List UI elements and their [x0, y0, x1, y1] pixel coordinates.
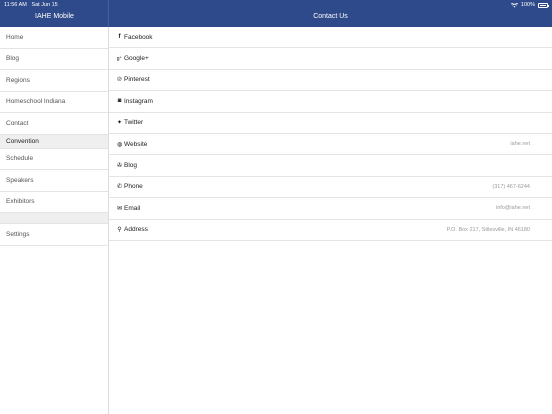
pinterest-icon: ℗ — [117, 76, 122, 83]
sidebar: Home Blog Regions Homeschool Indiana Con… — [0, 27, 109, 414]
status-date: Sat Jun 15 — [31, 2, 58, 8]
contact-label: Twitter — [124, 119, 144, 127]
contact-row-blog[interactable]: ✇ Blog — [109, 155, 552, 177]
sidebar-item-home[interactable]: Home — [0, 27, 108, 49]
sidebar-item-label: Home — [6, 33, 24, 41]
contact-row-google-plus[interactable]: g⁺ Google+ — [109, 48, 552, 70]
sidebar-item-label: Schedule — [6, 155, 34, 163]
section-label: Convention — [6, 137, 39, 145]
contact-row-instagram[interactable]: ◙ Instagram — [109, 91, 552, 113]
status-time-date: 11:56 AM Sat Jun 15 — [4, 2, 58, 8]
page-title: Contact Us — [313, 13, 348, 20]
header-bar: 11:56 AM Sat Jun 15 100% IAHE Mobile Con… — [0, 0, 552, 27]
twitter-icon: ✦ — [116, 120, 123, 127]
contact-label: Email — [124, 204, 141, 212]
sidebar-item-label: Regions — [6, 76, 30, 84]
contact-label: Address — [124, 226, 148, 234]
contact-row-phone[interactable]: ✆ Phone (317) 467-6244 — [109, 177, 552, 199]
sidebar-item-label: Speakers — [6, 176, 34, 184]
contact-value: P.O. Box 217, Stilesville, IN 46180 — [446, 226, 530, 233]
sidebar-item-label: Contact — [6, 119, 29, 127]
sidebar-item-label: Settings — [6, 230, 30, 238]
sidebar-item-exhibitors[interactable]: Exhibitors — [0, 192, 108, 213]
sidebar-item-label: Exhibitors — [6, 198, 35, 206]
contact-value: iahe.net — [510, 141, 530, 148]
contact-label: Pinterest — [124, 76, 150, 84]
envelope-icon: ✉ — [116, 205, 123, 212]
sidebar-spacer — [0, 213, 108, 224]
phone-icon: ✆ — [116, 184, 123, 191]
contact-label: Blog — [124, 162, 138, 170]
contact-label: Phone — [124, 183, 143, 191]
app-title: IAHE Mobile — [35, 13, 74, 20]
sidebar-item-speakers[interactable]: Speakers — [0, 170, 108, 192]
contact-label: Google+ — [124, 55, 149, 63]
contact-label: Instagram — [124, 97, 153, 105]
contact-row-address[interactable]: ⚲ Address P.O. Box 217, Stilesville, IN … — [109, 220, 552, 241]
contact-list: f Facebook g⁺ Google+ ℗ Pinterest ◙ Inst… — [109, 27, 552, 414]
facebook-icon: f — [118, 34, 121, 41]
contact-value: info@iahe.net — [495, 205, 530, 212]
sidebar-item-label: Homeschool Indiana — [6, 98, 66, 106]
blog-icon: ✇ — [116, 163, 123, 170]
sidebar-item-regions[interactable]: Regions — [0, 70, 108, 92]
battery-percent: 100% — [520, 2, 535, 8]
status-indicators: 100% — [510, 2, 549, 8]
contact-label: Website — [124, 140, 148, 148]
contact-value: (317) 467-6244 — [492, 183, 530, 190]
status-time: 11:56 AM — [4, 2, 27, 8]
contact-row-twitter[interactable]: ✦ Twitter — [109, 113, 552, 134]
sidebar-item-blog[interactable]: Blog — [0, 49, 108, 70]
battery-icon — [538, 2, 549, 8]
globe-icon: ◍ — [116, 141, 123, 148]
sidebar-item-homeschool-indiana[interactable]: Homeschool Indiana — [0, 92, 108, 113]
contact-row-pinterest[interactable]: ℗ Pinterest — [109, 70, 552, 92]
contact-label: Facebook — [124, 33, 153, 41]
instagram-icon: ◙ — [117, 98, 122, 105]
sidebar-item-label: Blog — [6, 55, 20, 63]
sidebar-item-settings[interactable]: Settings — [0, 224, 108, 246]
sidebar-item-schedule[interactable]: Schedule — [0, 149, 108, 170]
sidebar-section-convention: Convention — [0, 134, 108, 149]
map-pin-icon: ⚲ — [117, 227, 122, 234]
wifi-icon — [510, 2, 518, 7]
sidebar-item-contact[interactable]: Contact — [0, 113, 108, 135]
google-plus-icon: g⁺ — [116, 55, 123, 62]
contact-row-facebook[interactable]: f Facebook — [109, 27, 552, 49]
contact-row-website[interactable]: ◍ Website iahe.net — [109, 134, 552, 156]
contact-row-email[interactable]: ✉ Email info@iahe.net — [109, 198, 552, 220]
